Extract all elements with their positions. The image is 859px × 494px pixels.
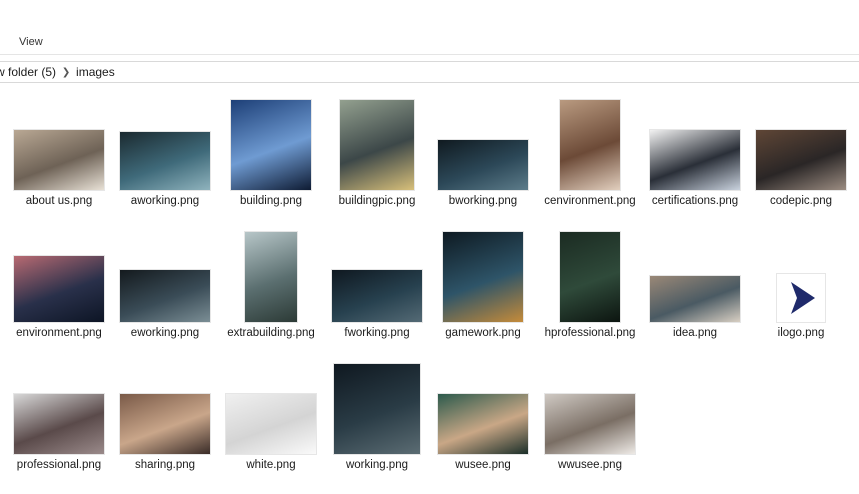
file-name-label: wwusee.png <box>558 459 622 471</box>
file-item[interactable]: hprofessional.png <box>540 222 640 362</box>
file-name-label: hprofessional.png <box>544 327 636 339</box>
image-thumbnail[interactable] <box>14 256 104 322</box>
image-thumbnail[interactable] <box>245 232 297 322</box>
chevron-right-icon[interactable]: ❯ <box>56 67 76 78</box>
file-name-label: eworking.png <box>130 327 200 339</box>
file-item[interactable]: eworking.png <box>115 222 215 362</box>
file-item[interactable]: buildingpic.png <box>327 90 427 230</box>
file-name-label: fworking.png <box>344 327 410 339</box>
file-item[interactable]: codepic.png <box>751 90 851 230</box>
file-item[interactable]: ilogo.png <box>751 222 851 362</box>
image-thumbnail[interactable] <box>560 100 620 190</box>
address-bar[interactable]: w folder (5) ❯ images <box>0 61 859 83</box>
file-item[interactable]: wusee.png <box>433 354 533 494</box>
file-item[interactable]: environment.png <box>9 222 109 362</box>
file-name-label: ilogo.png <box>777 327 825 339</box>
file-item[interactable]: about us.png <box>9 90 109 230</box>
file-grid: about us.png aworking.png building.png buil… <box>0 90 859 494</box>
file-item[interactable]: wwusee.png <box>540 354 640 494</box>
file-name-label: cenvironment.png <box>544 195 636 207</box>
image-thumbnail[interactable] <box>231 100 311 190</box>
file-item[interactable]: idea.png <box>645 222 745 362</box>
breadcrumb-parent-folder[interactable]: w folder (5) <box>0 65 56 79</box>
file-name-label: extrabuilding.png <box>227 327 315 339</box>
file-name-label: wusee.png <box>455 459 511 471</box>
file-item[interactable]: sharing.png <box>115 354 215 494</box>
file-name-label: codepic.png <box>769 195 833 207</box>
file-name-label: idea.png <box>672 327 718 339</box>
image-thumbnail[interactable] <box>334 364 420 454</box>
image-thumbnail[interactable] <box>120 270 210 322</box>
image-thumbnail[interactable] <box>777 274 825 322</box>
file-name-label: environment.png <box>16 327 102 339</box>
file-name-label: building.png <box>239 195 303 207</box>
file-item[interactable]: professional.png <box>9 354 109 494</box>
file-name-label: white.png <box>246 459 296 471</box>
image-thumbnail[interactable] <box>120 132 210 190</box>
image-thumbnail[interactable] <box>14 394 104 454</box>
file-name-label: working.png <box>345 459 408 471</box>
image-thumbnail[interactable] <box>226 394 316 454</box>
file-name-label: about us.png <box>25 195 93 207</box>
file-item[interactable]: extrabuilding.png <box>221 222 321 362</box>
file-name-label: certifications.png <box>651 195 739 207</box>
file-item[interactable]: building.png <box>221 90 321 230</box>
file-name-label: professional.png <box>16 459 102 471</box>
image-thumbnail[interactable] <box>14 130 104 190</box>
image-thumbnail[interactable] <box>340 100 414 190</box>
file-name-label: bworking.png <box>448 195 518 207</box>
image-thumbnail[interactable] <box>443 232 523 322</box>
ribbon-tab-view[interactable]: View <box>19 36 43 48</box>
image-thumbnail[interactable] <box>438 140 528 190</box>
file-item[interactable]: white.png <box>221 354 321 494</box>
file-name-label: buildingpic.png <box>338 195 416 207</box>
image-thumbnail[interactable] <box>438 394 528 454</box>
image-thumbnail[interactable] <box>650 276 740 322</box>
file-item[interactable]: aworking.png <box>115 90 215 230</box>
image-thumbnail[interactable] <box>650 130 740 190</box>
file-name-label: aworking.png <box>130 195 200 207</box>
breadcrumb-current-folder[interactable]: images <box>76 65 115 79</box>
image-thumbnail[interactable] <box>120 394 210 454</box>
file-name-label: gamework.png <box>445 327 521 339</box>
file-item[interactable]: cenvironment.png <box>540 90 640 230</box>
ribbon: View <box>0 0 859 55</box>
file-item[interactable]: gamework.png <box>433 222 533 362</box>
file-item[interactable]: bworking.png <box>433 90 533 230</box>
file-item[interactable]: certifications.png <box>645 90 745 230</box>
image-thumbnail[interactable] <box>560 232 620 322</box>
image-thumbnail[interactable] <box>545 394 635 454</box>
image-thumbnail[interactable] <box>332 270 422 322</box>
file-item[interactable]: working.png <box>327 354 427 494</box>
file-item[interactable]: fworking.png <box>327 222 427 362</box>
image-thumbnail[interactable] <box>756 130 846 190</box>
file-name-label: sharing.png <box>134 459 196 471</box>
